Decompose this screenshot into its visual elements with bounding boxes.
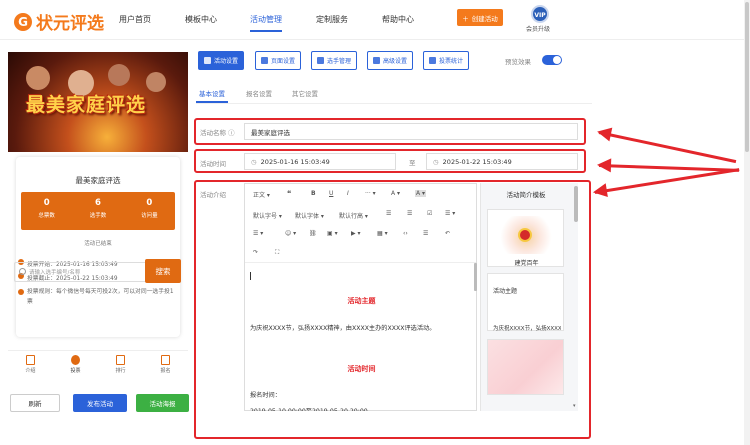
stat-visits: 0 访问量 xyxy=(141,198,158,219)
status-text: 活动已结束 xyxy=(84,241,112,247)
logo[interactable]: G 状元评选 xyxy=(14,9,104,34)
signup-icon xyxy=(161,355,170,365)
nav-templates[interactable]: 模板中心 xyxy=(185,14,217,25)
ranking-icon xyxy=(116,355,125,365)
intro-icon xyxy=(26,355,35,365)
publish-activity-button[interactable]: 发布活动 xyxy=(73,394,127,412)
page-settings-button[interactable]: 页面设置 xyxy=(255,51,302,70)
nav-home[interactable]: 用户首页 xyxy=(119,14,151,25)
nav-help[interactable]: 帮助中心 xyxy=(382,14,414,25)
bullet-icon xyxy=(18,289,24,295)
create-activity-button[interactable]: ＋创建活动 xyxy=(457,9,503,26)
stat-total-votes: 0 总票数 xyxy=(38,198,55,219)
preview-label: 预览效果 xyxy=(505,58,531,66)
vote-stats-button[interactable]: 投票统计 xyxy=(423,51,470,70)
preview-toggle[interactable] xyxy=(542,55,562,65)
stat-contestants: 6 选手数 xyxy=(89,198,107,219)
person-figure xyxy=(26,66,50,90)
vote-rule-info: 投票规则：每个微信号每天可投2次，可以对同一选手投1票 xyxy=(18,287,178,307)
mobile-tabbar: 介绍 投票 排行 报名 xyxy=(8,350,188,378)
tab-signup[interactable]: 报名 xyxy=(143,351,188,378)
tab-intro[interactable]: 介绍 xyxy=(8,351,53,378)
nav-custom[interactable]: 定制服务 xyxy=(316,14,348,25)
refresh-button[interactable]: 刷新 xyxy=(10,394,60,412)
hero-title: 最美家庭评选 xyxy=(26,94,147,116)
users-icon xyxy=(317,57,324,64)
advanced-settings-button[interactable]: 高级设置 xyxy=(367,51,414,70)
arrow-icon xyxy=(598,131,737,164)
person-figure xyxy=(146,72,166,92)
highlight-box xyxy=(194,149,586,173)
search-button[interactable]: 搜索 xyxy=(145,259,181,283)
sliders-icon xyxy=(373,57,380,64)
highlight-box xyxy=(194,180,591,439)
tab-ranking[interactable]: 排行 xyxy=(98,351,143,378)
nav-active-indicator xyxy=(250,30,282,32)
nav-activity[interactable]: 活动管理 xyxy=(250,14,282,25)
card-title: 最美家庭评选 xyxy=(75,176,121,185)
contestant-search-input[interactable]: 请输入选手编号/名称 xyxy=(14,262,148,282)
subtab-signup[interactable]: 报名设置 xyxy=(246,88,272,98)
vip-upgrade-label[interactable]: 会员升级 xyxy=(526,24,550,33)
vip-icon[interactable]: VIP xyxy=(531,5,549,23)
gear-icon xyxy=(261,57,268,64)
hero-banner: 最美家庭评选 xyxy=(8,52,188,152)
top-header: G 状元评选 用户首页 模板中心 活动管理 定制服务 帮助中心 ＋创建活动 VI… xyxy=(0,0,750,40)
contestant-manage-button[interactable]: 选手管理 xyxy=(311,51,358,70)
plus-icon: ＋ xyxy=(462,14,469,23)
page-scrollbar-thumb[interactable] xyxy=(745,2,749,152)
mobile-preview: 最美家庭评选 最美家庭评选 0 总票数 6 选手数 0 访问量 活动已结束 投票开始：… xyxy=(8,52,188,422)
logo-text: 状元评选 xyxy=(36,14,104,34)
logo-mark-icon: G xyxy=(14,12,32,31)
user-icon xyxy=(71,355,80,365)
create-activity-label: 创建活动 xyxy=(471,14,498,23)
tab-vote[interactable]: 投票 xyxy=(53,351,98,378)
settings-icon xyxy=(204,57,211,64)
activity-settings-button[interactable]: 活动设置 xyxy=(198,51,245,70)
search-icon xyxy=(19,268,26,275)
chart-icon xyxy=(429,57,436,64)
stats-bar: 0 总票数 6 选手数 0 访问量 xyxy=(21,192,175,230)
arrow-icon xyxy=(594,168,740,194)
activity-card: 最美家庭评选 0 总票数 6 选手数 0 访问量 活动已结束 投票开始：2025-01… xyxy=(16,157,180,337)
activity-poster-button[interactable]: 活动海报 xyxy=(136,394,189,412)
person-figure xyxy=(108,64,130,86)
highlight-box xyxy=(194,118,586,145)
subtab-basic[interactable]: 基本设置 xyxy=(199,88,225,98)
subtab-other[interactable]: 其它设置 xyxy=(292,88,318,98)
divider xyxy=(196,103,592,104)
